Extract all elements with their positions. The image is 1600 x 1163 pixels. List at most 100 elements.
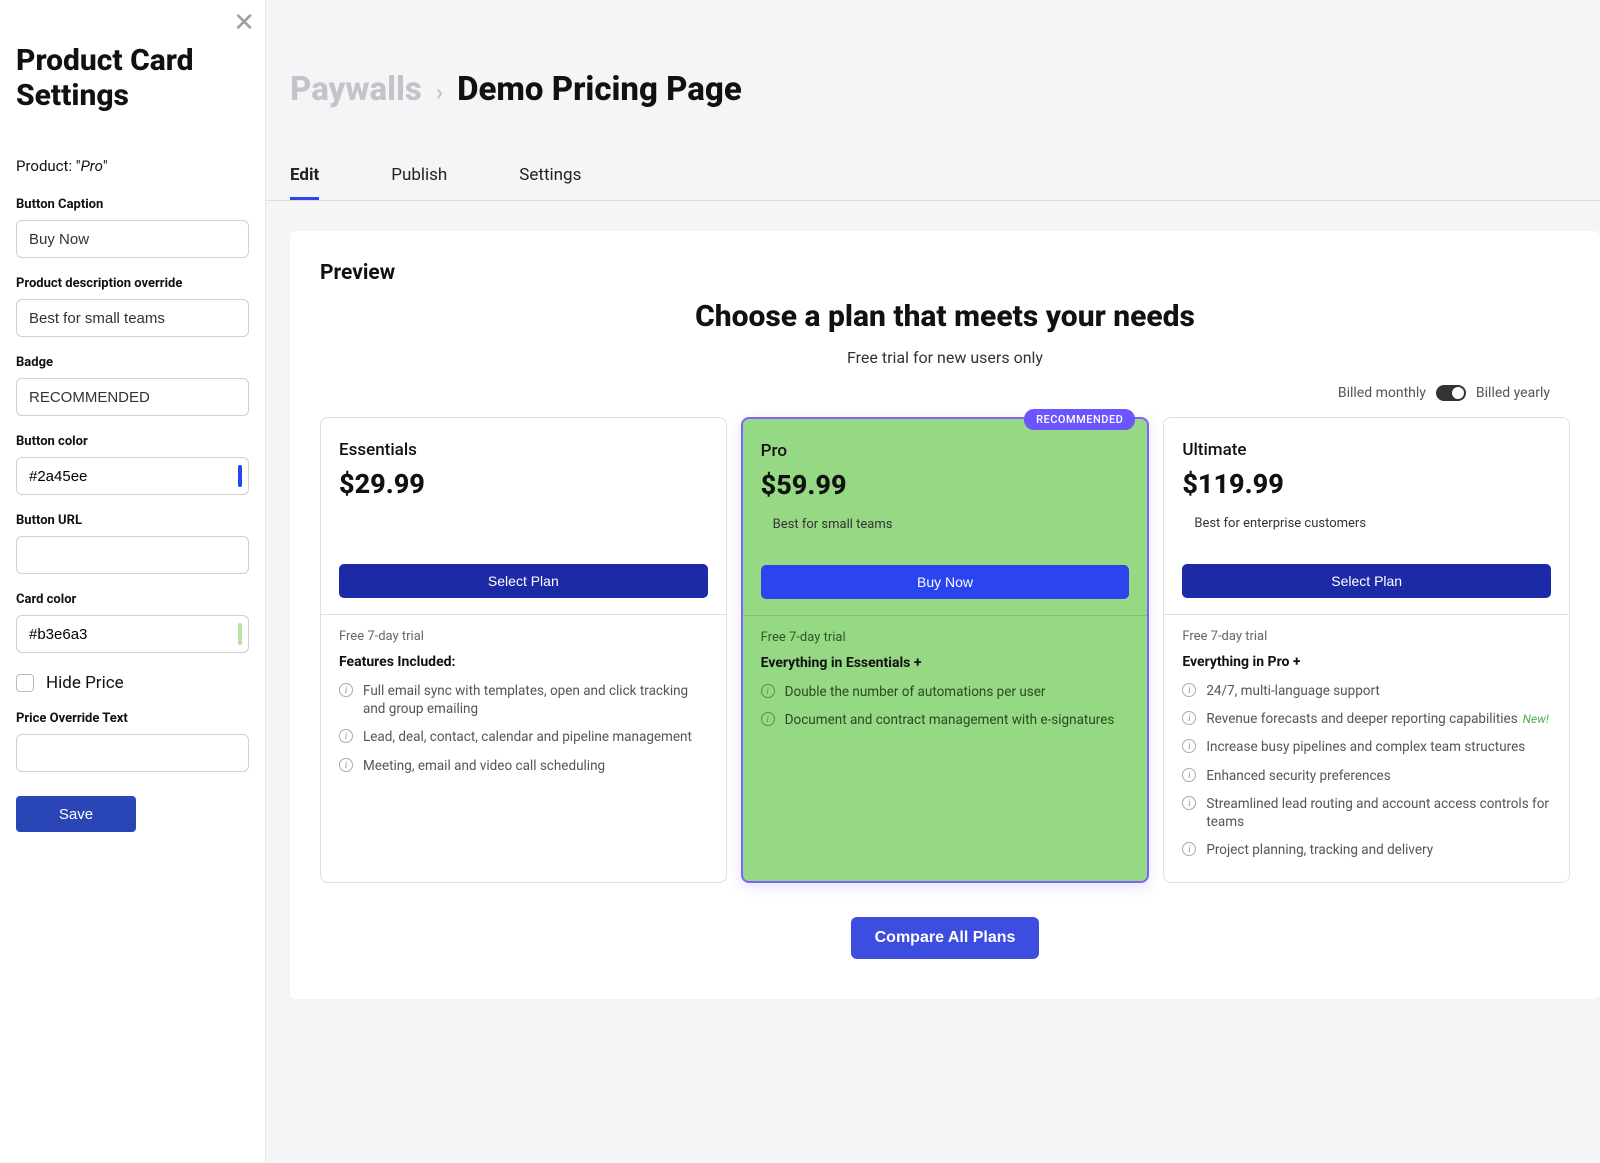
- plan-description: Best for enterprise customers: [1194, 516, 1551, 532]
- card-color-swatch[interactable]: [238, 623, 242, 645]
- plans-grid: Essentials $29.99 Select Plan Free 7-day tr…: [320, 417, 1570, 883]
- info-icon[interactable]: i: [339, 683, 353, 697]
- feature-item: i Project planning, tracking and delivery: [1182, 841, 1551, 859]
- feature-text: Revenue forecasts and deeper reporting c…: [1206, 710, 1549, 728]
- plan-price: $59.99: [761, 469, 1130, 501]
- feature-item: i Meeting, email and video call schedulin…: [339, 757, 708, 775]
- card-color-input[interactable]: [29, 626, 228, 643]
- preview-panel: Preview Choose a plan that meets your ne…: [290, 231, 1600, 999]
- button-url-label: Button URL: [16, 513, 249, 528]
- feature-item: i Enhanced security preferences: [1182, 767, 1551, 785]
- feature-text: Double the number of automations per use…: [785, 683, 1046, 701]
- tabs: Edit Publish Settings: [266, 109, 1600, 201]
- card-color-row: [16, 615, 249, 653]
- save-button[interactable]: Save: [16, 796, 136, 832]
- close-icon[interactable]: ✕: [233, 10, 255, 36]
- info-icon[interactable]: i: [1182, 842, 1196, 856]
- info-icon[interactable]: i: [1182, 683, 1196, 697]
- price-override-label: Price Override Text: [16, 711, 249, 726]
- feature-item: i Revenue forecasts and deeper reporting …: [1182, 710, 1551, 728]
- button-url-input[interactable]: [16, 536, 249, 574]
- info-icon[interactable]: i: [761, 712, 775, 726]
- breadcrumb-root[interactable]: Paywalls: [290, 70, 422, 109]
- main-content: Paywalls › Demo Pricing Page Edit Publish…: [266, 0, 1600, 1163]
- feature-text: Enhanced security preferences: [1206, 767, 1390, 785]
- breadcrumb: Paywalls › Demo Pricing Page: [266, 0, 1600, 109]
- settings-panel: ✕ Product Card Settings Product: "Pro" B…: [0, 0, 266, 1163]
- feature-item: i Full email sync with templates, open an…: [339, 682, 708, 718]
- hide-price-checkbox[interactable]: [16, 674, 34, 692]
- new-tag: New!: [1520, 712, 1549, 726]
- info-icon[interactable]: i: [761, 684, 775, 698]
- info-icon[interactable]: i: [1182, 768, 1196, 782]
- plan-description: [351, 516, 708, 532]
- chevron-right-icon: ›: [436, 78, 443, 106]
- button-color-row: [16, 457, 249, 495]
- info-icon[interactable]: i: [1182, 796, 1196, 810]
- card-color-label: Card color: [16, 592, 249, 607]
- select-plan-button[interactable]: Select Plan: [1182, 564, 1551, 598]
- plan-description: Best for small teams: [773, 517, 1130, 533]
- button-color-swatch[interactable]: [238, 465, 242, 487]
- feature-text: Increase busy pipelines and complex team…: [1206, 738, 1525, 756]
- desc-override-input[interactable]: [16, 299, 249, 337]
- button-caption-input[interactable]: [16, 220, 249, 258]
- button-color-label: Button color: [16, 434, 249, 449]
- feature-text: Project planning, tracking and delivery: [1206, 841, 1433, 859]
- features-title: Features Included:: [339, 654, 708, 670]
- plan-name: Pro: [761, 441, 1130, 461]
- feature-text: Streamlined lead routing and account acc…: [1206, 795, 1551, 831]
- feature-item: i Lead, deal, contact, calendar and pipel…: [339, 728, 708, 746]
- compare-all-plans-button[interactable]: Compare All Plans: [851, 917, 1040, 959]
- billing-toggle-row: Billed monthly Billed yearly: [320, 385, 1570, 401]
- plan-name: Ultimate: [1182, 440, 1551, 460]
- feature-item: i Document and contract management with e…: [761, 711, 1130, 729]
- feature-item: i Streamlined lead routing and account ac…: [1182, 795, 1551, 831]
- badge-label: Badge: [16, 355, 249, 370]
- info-icon[interactable]: i: [1182, 739, 1196, 753]
- features-title: Everything in Pro +: [1182, 654, 1551, 670]
- preview-label: Preview: [320, 261, 1570, 285]
- billing-toggle[interactable]: [1436, 385, 1466, 401]
- features-title: Everything in Essentials +: [761, 655, 1130, 671]
- hide-price-label: Hide Price: [46, 673, 124, 693]
- tab-publish[interactable]: Publish: [391, 165, 447, 200]
- badge-input[interactable]: [16, 378, 249, 416]
- feature-text: Full email sync with templates, open and…: [363, 682, 708, 718]
- info-icon[interactable]: i: [339, 758, 353, 772]
- trial-text: Free 7-day trial: [761, 630, 1130, 645]
- button-caption-label: Button Caption: [16, 197, 249, 212]
- product-label: Product: "Pro": [16, 157, 249, 175]
- panel-title: Product Card Settings: [16, 44, 249, 113]
- feature-item: i Double the number of automations per us…: [761, 683, 1130, 701]
- billed-yearly-label: Billed yearly: [1476, 385, 1550, 401]
- select-plan-button[interactable]: Select Plan: [339, 564, 708, 598]
- plan-price: $29.99: [339, 468, 708, 500]
- button-color-input[interactable]: [29, 468, 228, 485]
- feature-item: i 24/7, multi-language support: [1182, 682, 1551, 700]
- plan-card-essentials[interactable]: Essentials $29.99 Select Plan Free 7-day tr…: [320, 417, 727, 883]
- info-icon[interactable]: i: [1182, 711, 1196, 725]
- feature-text: Document and contract management with e-…: [785, 711, 1115, 729]
- feature-text: Lead, deal, contact, calendar and pipeli…: [363, 728, 692, 746]
- feature-text: 24/7, multi-language support: [1206, 682, 1379, 700]
- pricing-subheading: Free trial for new users only: [320, 348, 1570, 367]
- plan-name: Essentials: [339, 440, 708, 460]
- feature-text: Meeting, email and video call scheduling: [363, 757, 605, 775]
- info-icon[interactable]: i: [339, 729, 353, 743]
- recommended-badge: RECOMMENDED: [1024, 409, 1135, 430]
- pricing-heading: Choose a plan that meets your needs: [320, 299, 1570, 334]
- price-override-input[interactable]: [16, 734, 249, 772]
- plan-card-pro[interactable]: RECOMMENDEDPro$59.99Best for small teams…: [741, 417, 1150, 883]
- tab-edit[interactable]: Edit: [290, 165, 319, 200]
- trial-text: Free 7-day trial: [339, 629, 708, 644]
- buy-now-button[interactable]: Buy Now: [761, 565, 1130, 599]
- plan-price: $119.99: [1182, 468, 1551, 500]
- tab-settings[interactable]: Settings: [519, 165, 581, 200]
- feature-item: i Increase busy pipelines and complex tea…: [1182, 738, 1551, 756]
- billed-monthly-label: Billed monthly: [1338, 385, 1426, 401]
- plan-card-ultimate[interactable]: Ultimate $119.99 Best for enterprise custo…: [1163, 417, 1570, 883]
- breadcrumb-current: Demo Pricing Page: [457, 70, 742, 109]
- trial-text: Free 7-day trial: [1182, 629, 1551, 644]
- desc-override-label: Product description override: [16, 276, 249, 291]
